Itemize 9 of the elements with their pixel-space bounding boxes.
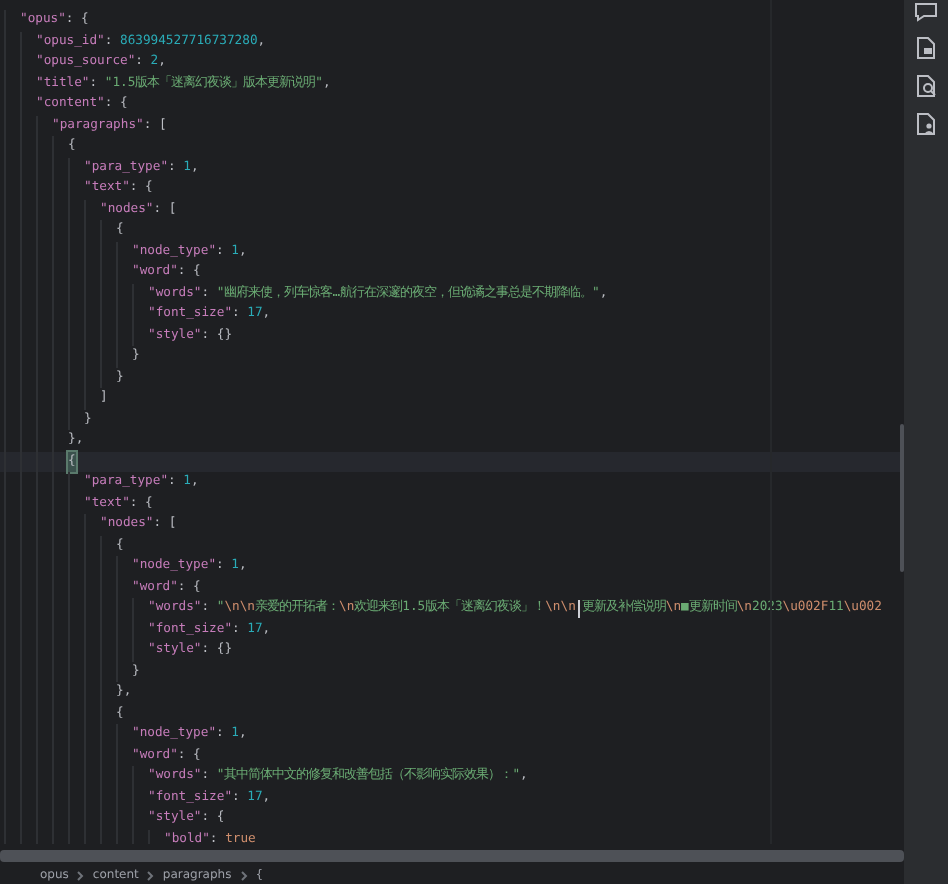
document-search-icon[interactable]: [914, 74, 938, 98]
chevron-icon: [146, 870, 155, 882]
chat-icon[interactable]: [914, 2, 938, 22]
horizontal-scrollbar[interactable]: [0, 850, 904, 862]
vertical-scrollbar[interactable]: [900, 424, 904, 572]
chevron-icon: [239, 870, 248, 882]
document-icon[interactable]: [914, 36, 938, 60]
chevron-icon: [76, 870, 85, 882]
document-person-icon[interactable]: [914, 112, 938, 136]
